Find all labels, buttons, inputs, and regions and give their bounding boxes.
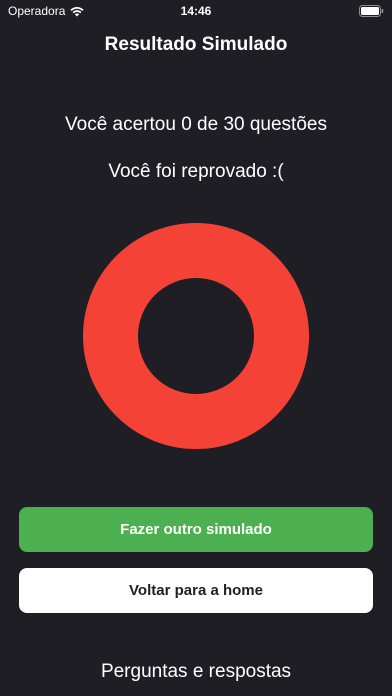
- result-status-text: Você foi reprovado :(: [108, 161, 284, 182]
- status-bar: Operadora 14:46: [0, 0, 392, 22]
- page-title: Resultado Simulado: [104, 34, 288, 55]
- status-time: 14:46: [180, 4, 212, 18]
- retry-simulation-button[interactable]: Fazer outro simulado: [19, 507, 373, 552]
- back-home-button[interactable]: Voltar para a home: [19, 568, 373, 613]
- battery-icon: [359, 5, 384, 17]
- questions-answers-title: Perguntas e respostas: [100, 661, 292, 682]
- score-text: Você acertou 0 de 30 questões: [65, 114, 327, 135]
- result-screen: Operadora 14:46 Resultado Simulado Você …: [0, 0, 392, 696]
- donut-slice-erros: [83, 223, 309, 449]
- result-donut-chart: [83, 223, 309, 449]
